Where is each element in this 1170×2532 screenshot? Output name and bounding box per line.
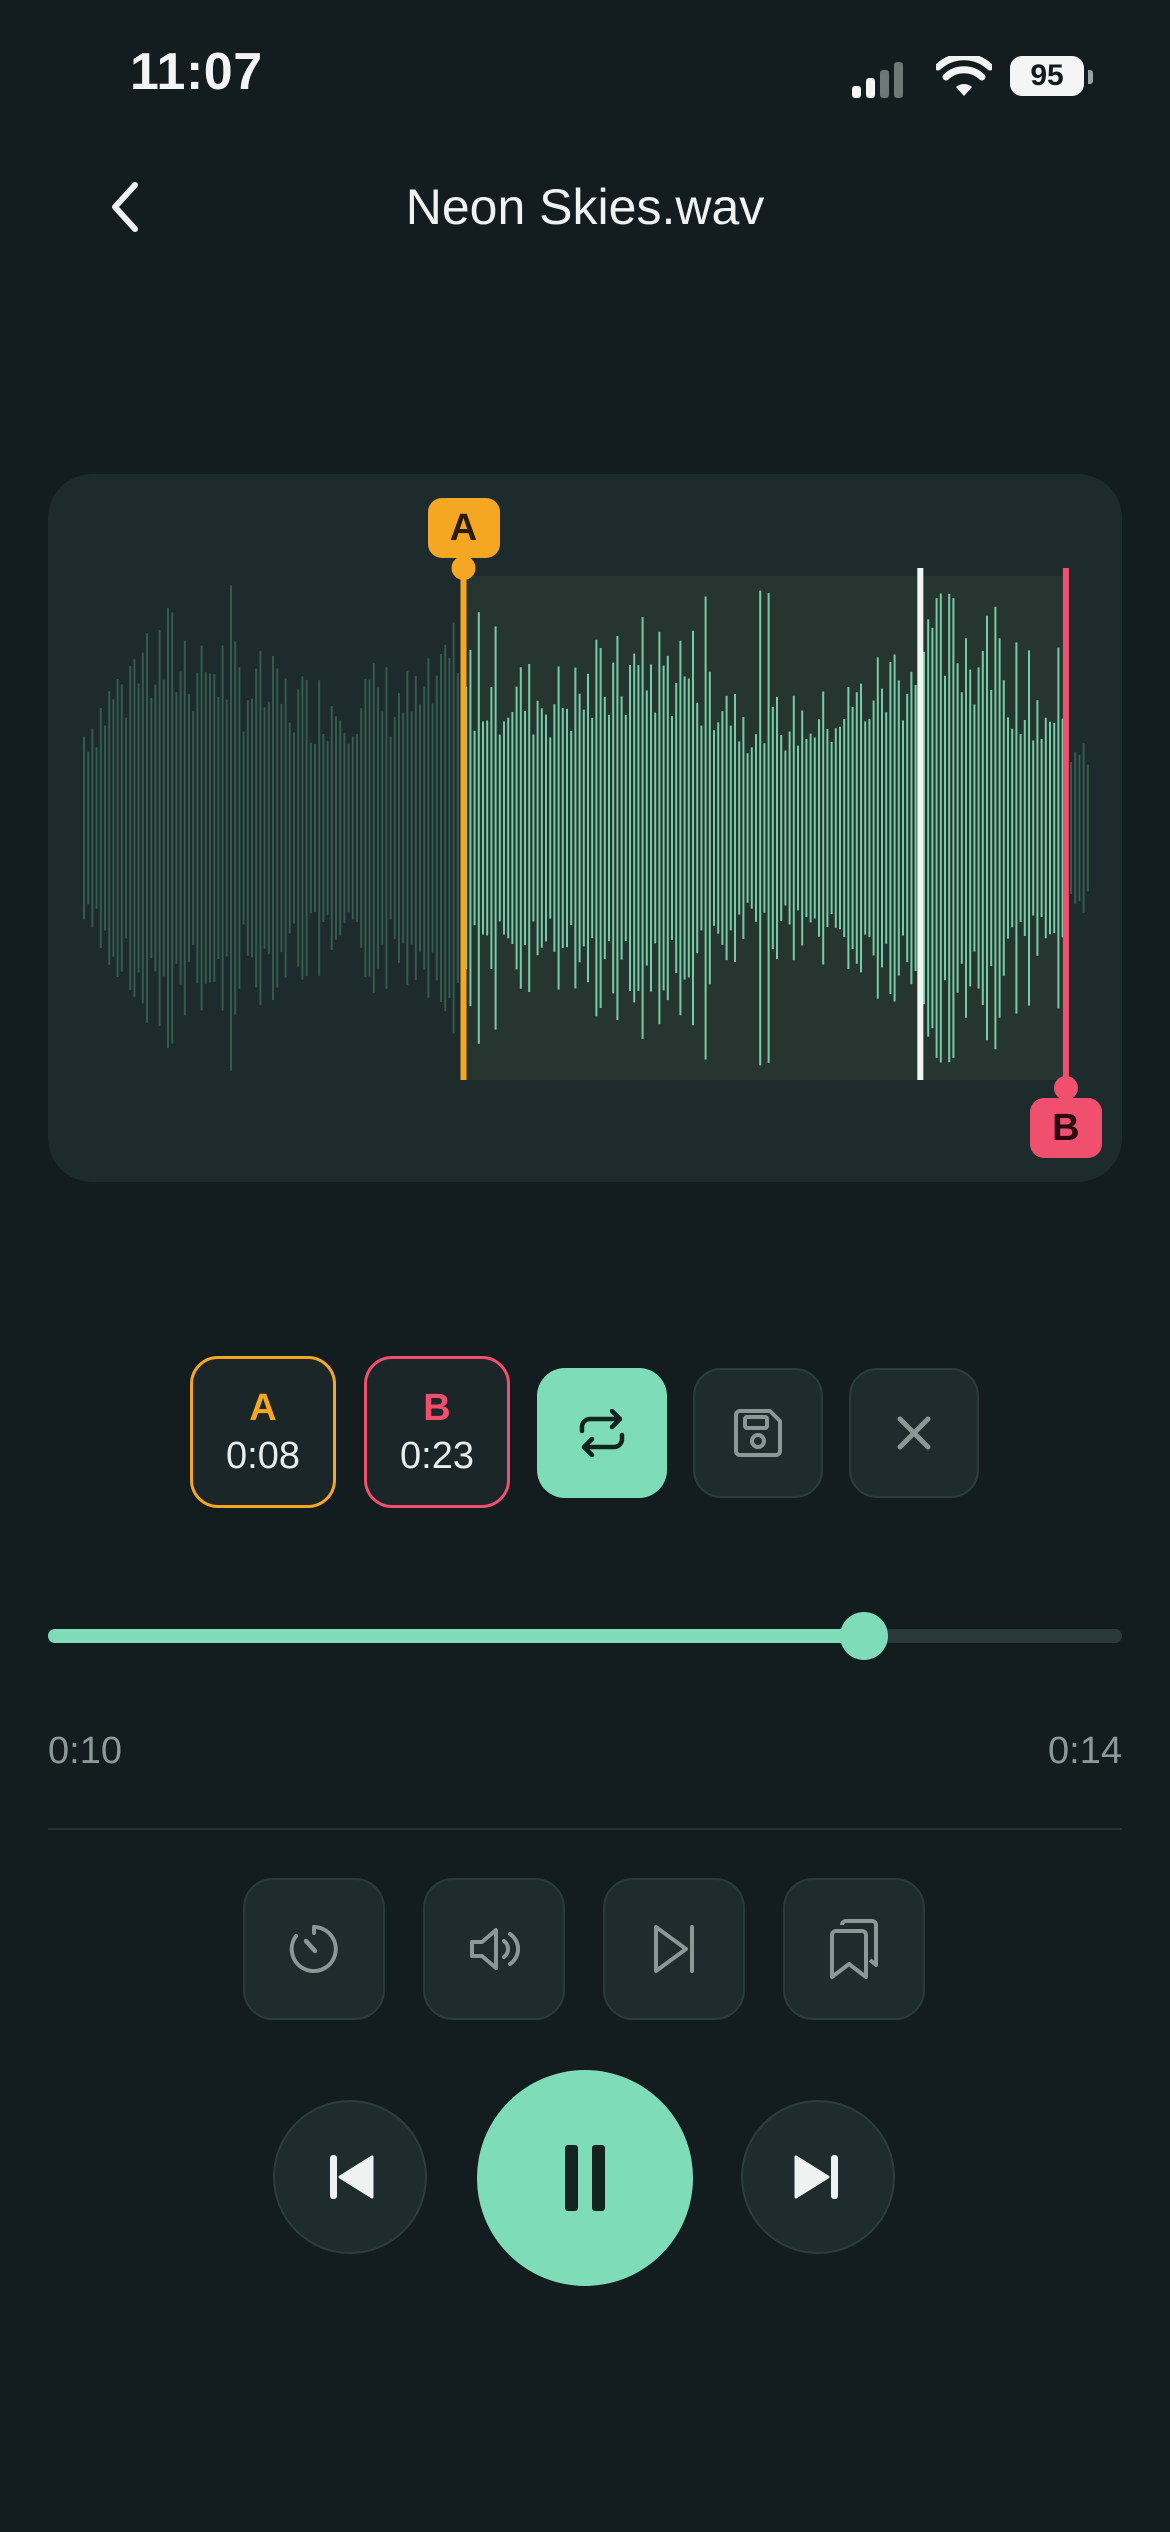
skip-to-end-icon <box>654 1925 694 1973</box>
point-b-button[interactable]: B 0:23 <box>364 1356 510 1508</box>
waveform[interactable] <box>48 474 1122 1182</box>
bookmarks-button[interactable] <box>783 1878 925 2020</box>
status-icons: 95 <box>850 52 1100 104</box>
bookmarks-icon <box>830 1919 878 1979</box>
speed-icon <box>289 1925 338 1973</box>
close-icon <box>897 1416 931 1450</box>
previous-button[interactable] <box>273 2100 427 2254</box>
volume-icon <box>470 1928 520 1970</box>
save-loop-button[interactable] <box>693 1368 823 1498</box>
signal-icon <box>852 62 903 98</box>
clear-loop-button[interactable] <box>849 1368 979 1498</box>
battery-nub <box>1088 70 1093 84</box>
waveform-card[interactable]: A B <box>48 474 1122 1182</box>
point-a-time: 0:08 <box>226 1435 300 1477</box>
skip-to-end-button[interactable] <box>603 1878 745 2020</box>
marker-b-tag[interactable]: B <box>1029 1098 1102 1158</box>
skip-forward-icon <box>794 2155 838 2199</box>
battery-icon: 95 <box>1010 56 1084 96</box>
volume-button[interactable] <box>423 1878 565 2020</box>
divider <box>48 1828 1122 1830</box>
page-title: Neon Skies.wav <box>405 179 765 235</box>
progress-thumb[interactable] <box>840 1612 889 1660</box>
elapsed-time: 0:10 <box>48 1730 122 1772</box>
speed-button[interactable] <box>243 1878 385 2020</box>
point-b-label: B <box>423 1387 451 1429</box>
repeat-icon <box>579 1409 625 1457</box>
next-button[interactable] <box>741 2100 895 2254</box>
marker-b-handle[interactable] <box>1053 1076 1078 1100</box>
status-time: 11:07 <box>130 43 263 101</box>
marker-a-handle[interactable] <box>451 556 476 580</box>
point-a-label: A <box>249 1387 277 1429</box>
point-a-button[interactable]: A 0:08 <box>190 1356 336 1508</box>
save-icon <box>734 1409 782 1457</box>
remaining-time: 0:14 <box>1048 1730 1122 1772</box>
loop-toggle-button[interactable] <box>537 1368 667 1498</box>
skip-back-icon <box>330 2155 374 2199</box>
pause-button[interactable] <box>477 2070 693 2286</box>
progress-fill <box>48 1629 865 1643</box>
pause-icon <box>565 2145 605 2211</box>
progress-track[interactable] <box>48 1612 1122 1660</box>
marker-a-tag[interactable]: A <box>427 498 500 558</box>
point-b-time: 0:23 <box>400 1435 474 1477</box>
wifi-icon <box>936 56 992 96</box>
